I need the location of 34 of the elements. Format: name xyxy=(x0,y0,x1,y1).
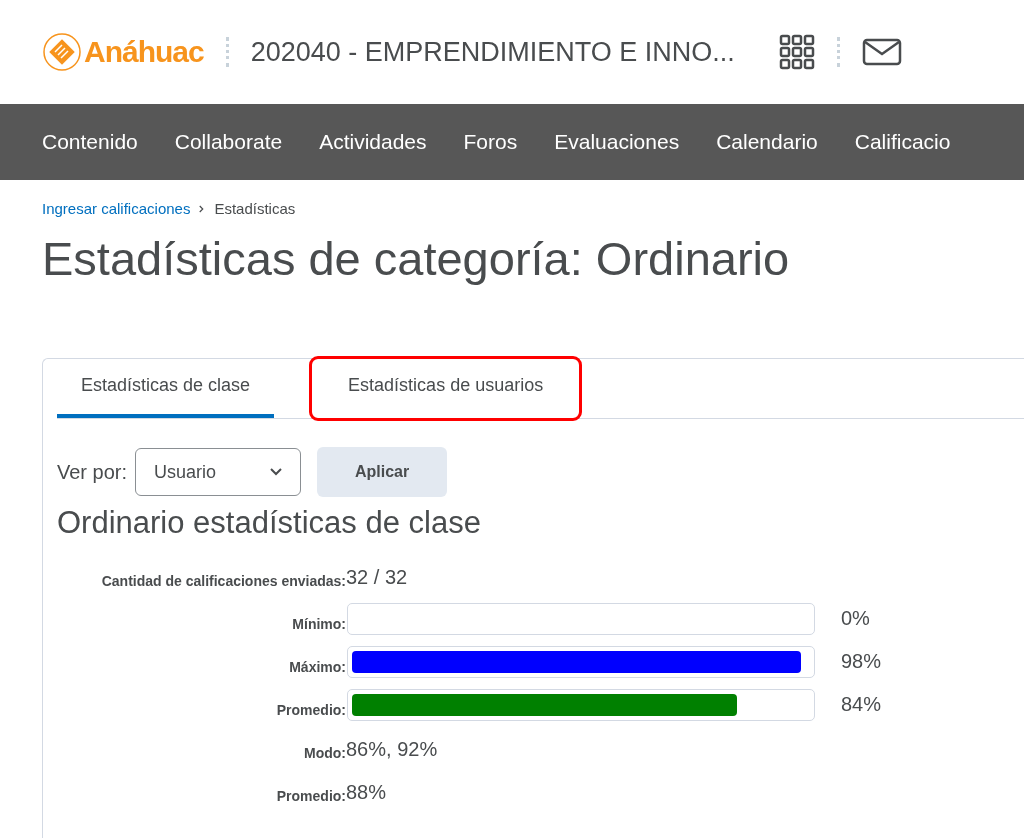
breadcrumb-current: Estadísticas xyxy=(214,200,296,217)
stat-value: 32 / 32 xyxy=(346,566,408,590)
filter-label: Ver por: xyxy=(57,460,128,484)
tab[interactable]: Estadísticas de usuarios xyxy=(312,359,580,418)
stat-label: Promedio: xyxy=(275,788,346,806)
page-title: Estadísticas de categoría: Ordinario xyxy=(42,231,791,286)
view-select[interactable]: Usuario xyxy=(135,448,302,496)
nav-link[interactable]: Foros xyxy=(463,130,518,154)
nav-link[interactable]: Evaluaciones xyxy=(554,130,680,154)
section-title: Ordinario estadísticas de clase xyxy=(57,505,482,541)
nav-link[interactable]: Calendario xyxy=(716,130,818,154)
stat-value: 88% xyxy=(346,781,387,805)
nav-link[interactable]: Actividades xyxy=(319,130,427,154)
stat-label: Mínimo: xyxy=(291,616,346,634)
mail-icon[interactable] xyxy=(861,38,902,66)
breadcrumb-link[interactable]: Ingresar calificaciones xyxy=(42,200,191,217)
stat-label: Promedio: xyxy=(275,702,346,720)
tab[interactable]: Estadísticas de clase xyxy=(57,359,275,418)
nav-link[interactable]: Contenido xyxy=(42,130,138,154)
stat-reading: 98% xyxy=(841,650,882,673)
nav-link[interactable]: Collaborate xyxy=(174,130,283,154)
stat-label: Modo: xyxy=(303,745,346,763)
chevron-down-icon xyxy=(270,468,283,476)
course-title: 202040 - EMPRENDIMIENTO E INNO... xyxy=(250,36,735,68)
nav-link[interactable]: Calificacio xyxy=(854,130,951,154)
chevron-icon xyxy=(199,204,206,213)
logo-icon xyxy=(42,32,82,72)
stat-reading: 0% xyxy=(841,607,870,630)
stat-label: Máximo: xyxy=(288,659,346,677)
stat-reading: 84% xyxy=(841,693,882,716)
stat-label: Cantidad de calificaciones enviadas: xyxy=(100,573,346,591)
stat-value: 86%, 92% xyxy=(346,738,438,762)
apply-button[interactable]: Aplicar xyxy=(317,447,448,497)
grid-icon[interactable] xyxy=(778,34,815,70)
